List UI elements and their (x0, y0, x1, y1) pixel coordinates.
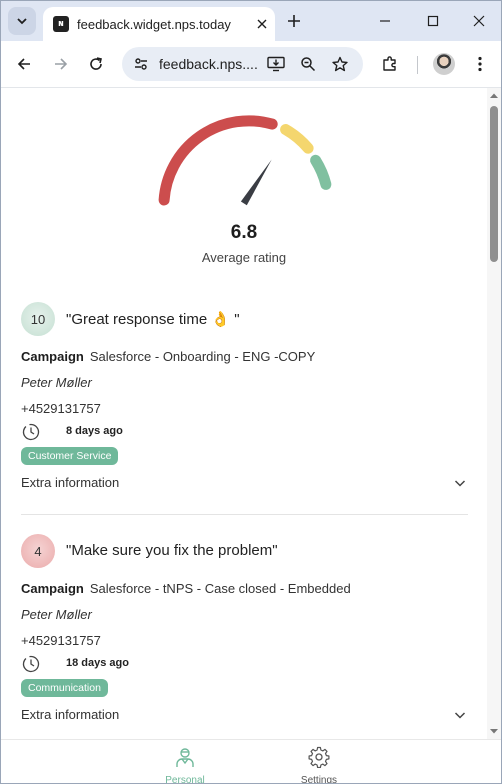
respondent-phone: +4529131757 (21, 401, 101, 416)
chevron-down-icon[interactable] (453, 708, 467, 722)
nav-personal[interactable]: Personal (150, 746, 220, 784)
tab-bar: ɴ feedback.widget.nps.today (1, 1, 501, 41)
tab-close-button[interactable] (253, 15, 271, 33)
bookmark-star-icon[interactable] (329, 53, 351, 75)
campaign-label: Campaign (21, 349, 84, 364)
url-text: feedback.nps.... (159, 56, 258, 72)
clock-icon (22, 655, 40, 673)
feedback-quote: "Great response time 👌 " (66, 311, 240, 328)
page-viewport: 6.8 Average rating 10 "Great response ti… (1, 87, 501, 784)
person-icon (176, 748, 194, 767)
rating-gauge (158, 115, 332, 206)
zoom-icon[interactable] (297, 53, 319, 75)
browser-window: ɴ feedback.widget.nps.today feedback.nps… (0, 0, 502, 784)
nps-score-badge: 10 (21, 302, 55, 336)
scroll-up-arrow-icon[interactable] (490, 92, 498, 100)
reload-icon (90, 57, 102, 70)
site-settings-icon[interactable] (130, 53, 152, 75)
toolbar-separator (417, 56, 418, 74)
gauge-needle (240, 159, 272, 206)
reload-button[interactable] (84, 52, 108, 76)
tab-search-button[interactable] (8, 7, 36, 35)
arrow-right-icon (55, 58, 68, 70)
feedback-quote: "Make sure you fix the problem" (66, 542, 278, 559)
clock-icon (22, 423, 40, 441)
address-bar[interactable]: feedback.nps.... (122, 47, 363, 81)
respondent-phone: +4529131757 (21, 633, 101, 648)
bottom-navigation: Personal Settings (1, 739, 501, 784)
back-button[interactable] (12, 52, 36, 76)
maximize-icon (427, 15, 439, 27)
scrollbar-thumb[interactable] (490, 106, 498, 262)
minimize-icon (380, 20, 390, 22)
campaign-value: Salesforce - Onboarding - ENG -COPY (89, 349, 316, 364)
gauge-arc-high (310, 154, 332, 190)
plus-icon (288, 15, 300, 27)
page-scrollbar[interactable] (487, 88, 501, 739)
close-window-button[interactable] (467, 9, 491, 33)
minimize-button[interactable] (373, 9, 397, 33)
arrow-left-icon (17, 58, 30, 70)
browser-menu-button[interactable] (468, 52, 492, 76)
profile-avatar[interactable] (433, 53, 455, 75)
respondent-name: Peter Møller (21, 607, 92, 622)
time-ago: 8 days ago (66, 425, 123, 437)
gauge-arc-mid (280, 124, 314, 154)
site-favicon-icon: ɴ (53, 16, 69, 32)
nav-settings-label: Settings (300, 775, 338, 784)
close-icon (473, 15, 485, 27)
average-rating-label: Average rating (201, 250, 287, 265)
nps-score-badge: 4 (21, 534, 55, 568)
tab-title: feedback.widget.nps.today (77, 16, 231, 32)
respondent-name: Peter Møller (21, 375, 92, 390)
category-tag: Communication (21, 679, 108, 697)
extensions-button[interactable] (378, 52, 402, 76)
nav-personal-label: Personal (165, 775, 205, 784)
install-app-icon[interactable] (265, 53, 287, 75)
average-rating-value: 6.8 (230, 222, 258, 243)
maximize-button[interactable] (421, 9, 445, 33)
close-icon (257, 19, 267, 29)
gear-icon (308, 746, 330, 769)
category-tag: Customer Service (21, 447, 119, 465)
forward-button[interactable] (49, 52, 73, 76)
time-ago: 18 days ago (66, 657, 129, 669)
extra-information-toggle[interactable]: Extra information (21, 707, 119, 722)
nav-settings[interactable]: Settings (284, 746, 354, 784)
browser-tab[interactable]: ɴ feedback.widget.nps.today (43, 7, 275, 41)
more-vertical-icon (478, 56, 482, 72)
campaign-row: Campaign Salesforce - tNPS - Case closed … (21, 581, 351, 596)
campaign-label: Campaign (21, 581, 84, 596)
campaign-value: Salesforce - tNPS - Case closed - Embedd… (89, 581, 351, 596)
extra-information-toggle[interactable]: Extra information (21, 475, 119, 490)
campaign-row: Campaign Salesforce - Onboarding - ENG -C… (21, 349, 315, 364)
puzzle-icon (383, 56, 396, 71)
card-divider (21, 514, 468, 515)
chevron-down-icon (17, 18, 27, 25)
chevron-down-icon[interactable] (453, 476, 467, 490)
browser-toolbar: feedback.nps.... (1, 41, 501, 87)
new-tab-button[interactable] (283, 10, 305, 32)
scroll-down-arrow-icon[interactable] (490, 727, 498, 735)
